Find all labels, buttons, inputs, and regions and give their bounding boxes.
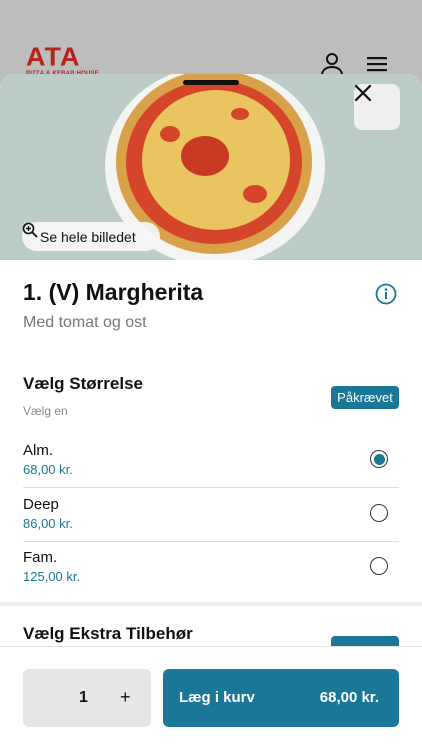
product-description: Med tomat og ost	[23, 314, 147, 331]
add-to-cart-label: Læg i kurv	[179, 689, 255, 706]
close-button[interactable]	[354, 84, 400, 130]
logo-text: ATA	[26, 42, 81, 72]
extras-section-title: Vælg Ekstra Tilbehør	[23, 624, 193, 643]
add-to-cart-price: 68,00 kr.	[319, 689, 379, 706]
quantity-value: 1	[79, 689, 88, 706]
increment-button[interactable]: +	[120, 687, 131, 708]
size-option-alm[interactable]: Alm. 68,00 kr.	[23, 434, 399, 487]
user-icon[interactable]	[320, 52, 344, 76]
add-to-cart-button[interactable]: Læg i kurv 68,00 kr.	[163, 669, 399, 727]
option-price: 125,00 kr.	[23, 569, 81, 584]
radio-selected[interactable]	[370, 450, 388, 468]
size-option-deep[interactable]: Deep 86,00 kr.	[23, 488, 399, 541]
brand-logo[interactable]: ATA PIZZA & KEBAB HOUSE	[26, 42, 99, 78]
see-full-image-button[interactable]: Se hele billedet	[22, 222, 160, 251]
product-sheet: Se hele billedet 1. (V) Margherita Med t…	[0, 74, 422, 750]
size-section-subtitle: Vælg en	[23, 404, 68, 418]
see-image-label: Se hele billedet	[40, 228, 136, 245]
option-price: 68,00 kr.	[23, 462, 73, 477]
info-icon[interactable]	[375, 283, 397, 305]
size-section-title: Vælg Størrelse	[23, 374, 143, 393]
option-name: Deep	[23, 496, 59, 513]
required-badge: Påkrævet	[331, 386, 399, 409]
radio-unselected[interactable]	[370, 504, 388, 522]
hamburger-menu-icon[interactable]	[365, 52, 389, 76]
size-option-fam[interactable]: Fam. 125,00 kr.	[23, 541, 399, 594]
radio-unselected[interactable]	[370, 557, 388, 575]
section-separator	[0, 602, 422, 606]
option-name: Fam.	[23, 549, 58, 566]
product-image: Se hele billedet	[0, 74, 422, 260]
order-footer: 1 + Læg i kurv 68,00 kr.	[0, 646, 422, 750]
option-price: 86,00 kr.	[23, 516, 73, 531]
product-title: 1. (V) Margherita	[23, 279, 204, 305]
sheet-grabber[interactable]	[183, 80, 239, 85]
quantity-stepper[interactable]: 1 +	[23, 669, 151, 727]
option-name: Alm.	[23, 442, 53, 459]
